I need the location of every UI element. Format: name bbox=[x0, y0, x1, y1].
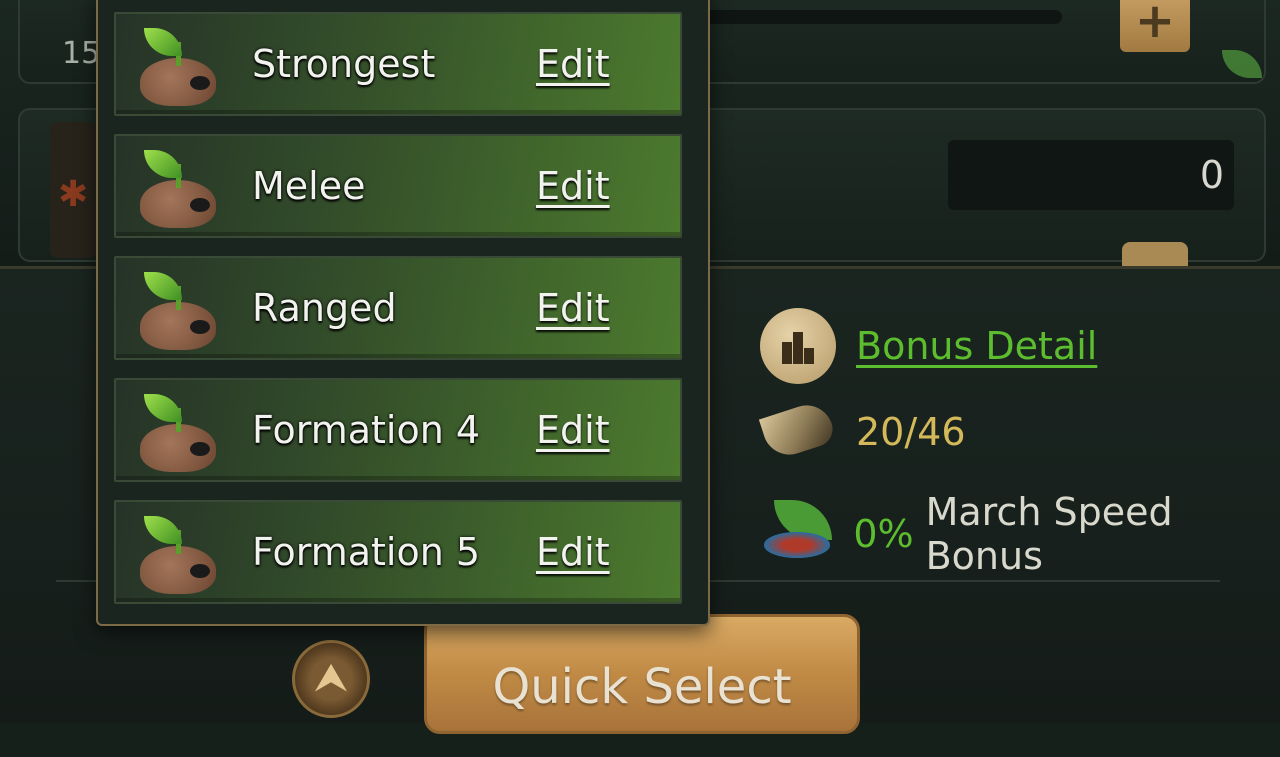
edit-formation-link[interactable]: Edit bbox=[536, 42, 610, 86]
formation-item[interactable]: Formation 5 Edit bbox=[114, 500, 682, 604]
horn-icon bbox=[760, 402, 838, 462]
plus-icon: + bbox=[1134, 0, 1176, 49]
march-speed-icon bbox=[760, 496, 835, 572]
formation-name: Strongest bbox=[252, 42, 436, 86]
march-speed-row: 0% March Speed Bonus bbox=[760, 490, 1280, 578]
quick-select-button[interactable]: Quick Select bbox=[424, 614, 860, 734]
add-troop-button[interactable]: + bbox=[1120, 0, 1190, 52]
seedling-icon bbox=[134, 394, 220, 474]
formation-item[interactable]: Strongest Edit bbox=[114, 12, 682, 116]
edit-formation-link[interactable]: Edit bbox=[536, 164, 610, 208]
bonus-detail-link[interactable]: Bonus Detail bbox=[856, 324, 1097, 368]
edit-formation-link[interactable]: Edit bbox=[536, 530, 610, 574]
chevron-up-icon: ⮝ bbox=[314, 655, 348, 701]
march-speed-percent: 0% bbox=[853, 512, 914, 556]
formation-name: Ranged bbox=[252, 286, 397, 330]
formation-name: Formation 5 bbox=[252, 530, 481, 574]
bar-chart-icon bbox=[760, 308, 836, 384]
ant-portrait: ✱ bbox=[50, 122, 98, 258]
formation-name: Formation 4 bbox=[252, 408, 481, 452]
edit-formation-link[interactable]: Edit bbox=[536, 408, 610, 452]
formation-name: Melee bbox=[252, 164, 366, 208]
formation-item[interactable]: Ranged Edit bbox=[114, 256, 682, 360]
collapse-button[interactable]: ⮝ bbox=[292, 640, 370, 718]
seedling-icon bbox=[134, 272, 220, 352]
edit-formation-link[interactable]: Edit bbox=[536, 286, 610, 330]
formation-item[interactable]: Melee Edit bbox=[114, 134, 682, 238]
seedling-icon bbox=[134, 28, 220, 108]
seedling-icon bbox=[134, 516, 220, 596]
troop-count-input[interactable]: 0 bbox=[948, 140, 1234, 210]
march-speed-label: March Speed Bonus bbox=[925, 490, 1173, 578]
ant-icon: ✱ bbox=[58, 174, 89, 215]
horn-count: 20/46 bbox=[856, 410, 966, 454]
troop-slider-track[interactable] bbox=[700, 10, 1062, 24]
bonus-detail-row: Bonus Detail bbox=[760, 308, 1097, 384]
seedling-icon bbox=[134, 150, 220, 230]
formation-item[interactable]: Formation 4 Edit bbox=[114, 378, 682, 482]
horn-count-row: 20/46 bbox=[760, 402, 966, 462]
partial-count-label: 15 bbox=[62, 36, 101, 71]
slider-tab[interactable] bbox=[1122, 242, 1188, 266]
